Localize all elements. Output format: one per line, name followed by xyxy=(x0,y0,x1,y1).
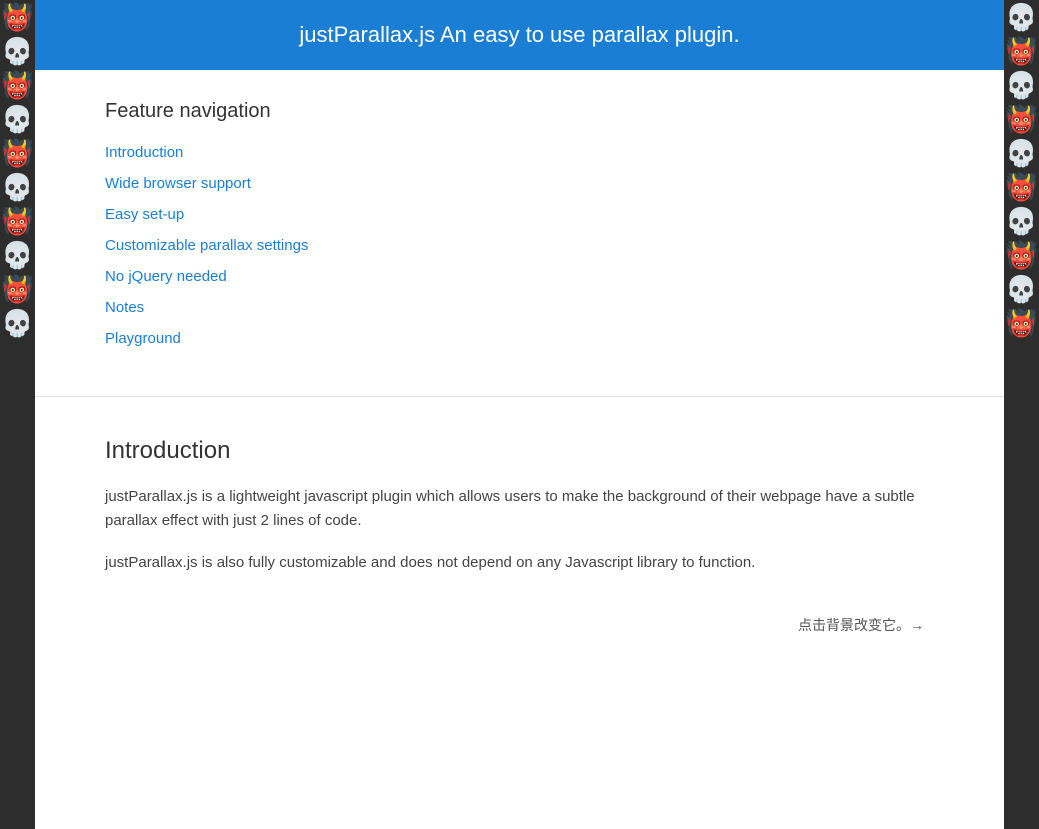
list-item: Playground xyxy=(105,325,934,352)
nav-heading: Feature navigation xyxy=(105,100,934,123)
page-title: justParallax.js An easy to use parallax … xyxy=(55,22,984,48)
intro-heading: Introduction xyxy=(105,437,934,465)
nav-link-wide-browser-support[interactable]: Wide browser support xyxy=(105,175,251,192)
list-item: Customizable parallax settings xyxy=(105,232,934,259)
nav-link-easy-setup[interactable]: Easy set-up xyxy=(105,206,184,223)
right-decoration: 💀 👹 💀 👹 💀 👹 💀 👹 💀 👹 xyxy=(1004,0,1039,829)
left-decoration: 👹 💀 👹 💀 👹 💀 👹 💀 👹 💀 xyxy=(0,0,35,829)
change-background-link[interactable]: 点击背景改变它。→ xyxy=(798,617,924,633)
nav-section: Feature navigation Introduction Wide bro… xyxy=(35,70,1004,397)
list-item: No jQuery needed xyxy=(105,263,934,290)
nav-list: Introduction Wide browser support Easy s… xyxy=(105,139,934,352)
intro-section: Introduction justParallax.js is a lightw… xyxy=(35,397,1004,675)
nav-link-introduction[interactable]: Introduction xyxy=(105,144,183,161)
list-item: Wide browser support xyxy=(105,170,934,197)
nav-link-customizable-settings[interactable]: Customizable parallax settings xyxy=(105,237,308,254)
list-item: Notes xyxy=(105,294,934,321)
nav-link-notes[interactable]: Notes xyxy=(105,299,144,316)
list-item: Easy set-up xyxy=(105,201,934,228)
list-item: Introduction xyxy=(105,139,934,166)
main-wrapper: justParallax.js An easy to use parallax … xyxy=(35,0,1004,829)
intro-paragraph-1: justParallax.js is a lightweight javascr… xyxy=(105,485,934,533)
nav-link-playground[interactable]: Playground xyxy=(105,330,181,347)
intro-paragraph-2: justParallax.js is also fully customizab… xyxy=(105,551,934,575)
nav-link-no-jquery[interactable]: No jQuery needed xyxy=(105,268,227,285)
bottom-link-area: 点击背景改变它。→ xyxy=(105,615,934,635)
page-header: justParallax.js An easy to use parallax … xyxy=(35,0,1004,70)
